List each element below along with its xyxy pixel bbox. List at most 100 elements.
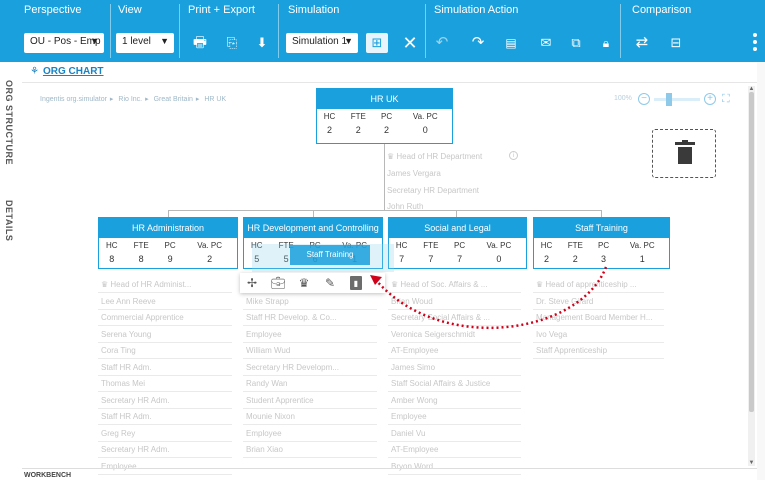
member-divider xyxy=(243,358,377,359)
briefcase-icon[interactable]: 💼︎ xyxy=(270,275,286,291)
org-unit-box[interactable]: Social and Legal HC FTE PC Va. PC 7 7 7 0 xyxy=(388,217,527,269)
member-item[interactable]: Thomas Mei xyxy=(101,379,145,388)
zoom-in-icon[interactable]: + xyxy=(704,93,716,105)
metric-value: 8 xyxy=(109,254,115,264)
connector-line xyxy=(456,210,457,217)
simulation-select[interactable]: Simulation 1 ▼ xyxy=(286,33,358,53)
mail-icon[interactable]: ✉ xyxy=(536,33,556,53)
position-head-hr-department[interactable]: ♛ Head of HR Department xyxy=(387,152,482,161)
print-icon[interactable]: 🖶 xyxy=(190,33,210,53)
metric-header: PC xyxy=(598,240,610,250)
metric-header: FTE xyxy=(133,240,149,250)
lock-icon[interactable]: 🔒︎ xyxy=(596,33,616,53)
member-item[interactable]: Mike Strapp xyxy=(246,297,289,306)
member-item[interactable]: Commercial Apprentice xyxy=(101,313,184,322)
member-item[interactable]: Lee Ann Reeve xyxy=(101,297,156,306)
member-item[interactable]: Serena Young xyxy=(101,330,151,339)
connector-line xyxy=(601,210,602,217)
toolbar-separator xyxy=(278,4,279,58)
perspective-label: Perspective xyxy=(24,4,82,16)
crown-icon: ♛ xyxy=(387,152,397,161)
org-chart-header[interactable]: ⚘ ORG CHART xyxy=(30,66,104,77)
metric-value: 8 xyxy=(138,254,144,264)
member-item[interactable]: AT-Employee xyxy=(391,346,438,355)
member-divider xyxy=(98,424,232,425)
member-item[interactable]: Staff Social Affairs & Justice xyxy=(391,379,490,388)
member-item[interactable]: Employee xyxy=(246,429,282,438)
info-icon[interactable]: i xyxy=(509,151,518,160)
member-item[interactable]: Employee xyxy=(101,462,137,471)
org-unit-metrics: HC FTE PC Va. PC 2 2 3 1 xyxy=(534,238,669,266)
member-item[interactable]: Secretary HR Adm. xyxy=(101,445,169,454)
fit-to-screen-icon[interactable]: ⛶ xyxy=(722,93,730,106)
drag-ghost[interactable]: Staff Training xyxy=(290,245,370,265)
trash-drop-zone[interactable] xyxy=(652,129,716,178)
metric-header: PC xyxy=(454,240,466,250)
tab-details[interactable]: DETAILS xyxy=(4,200,14,241)
org-unit-box[interactable]: HR Administration HC FTE PC Va. PC 8 8 9 2 xyxy=(98,217,238,269)
member-divider xyxy=(243,391,377,392)
scrollbar-thumb[interactable] xyxy=(749,92,754,412)
member-item[interactable]: Secretary HR Adm. xyxy=(101,396,169,405)
member-item[interactable]: Amber Wong xyxy=(391,396,438,405)
member-item[interactable]: Staff HR Develop. & Co... xyxy=(246,313,337,322)
metric-header: HC xyxy=(540,240,553,250)
position-label[interactable]: Secretary HR Department xyxy=(387,186,479,195)
delete-icon[interactable]: ▮ xyxy=(350,276,362,290)
member-item[interactable]: Employee xyxy=(246,330,282,339)
employee-name[interactable]: John Ruth xyxy=(387,202,423,211)
breadcrumb-item[interactable]: Rio Inc. xyxy=(118,96,142,103)
redo-icon[interactable]: ↷ xyxy=(468,33,488,53)
member-item[interactable]: Student Apprentice xyxy=(246,396,314,405)
crown-icon[interactable]: ♛ xyxy=(296,275,312,291)
metric-header: Va. PC xyxy=(486,240,512,250)
more-options-icon[interactable] xyxy=(753,33,757,51)
member-item[interactable]: Staff HR Adm. xyxy=(101,363,152,372)
breadcrumb-item[interactable]: HR UK xyxy=(204,96,226,103)
breadcrumb-item[interactable]: Ingentis org.simulator xyxy=(40,96,107,103)
member-divider xyxy=(243,308,377,310)
tab-org-structure[interactable]: ORG STRUCTURE xyxy=(4,80,14,165)
calculator-icon[interactable]: ▤ xyxy=(501,33,521,53)
zoom-out-icon[interactable]: − xyxy=(638,93,650,105)
edit-icon[interactable]: ✎ xyxy=(322,275,338,291)
breadcrumb-item[interactable]: Great Britain xyxy=(154,96,193,103)
member-item[interactable]: Randy Wan xyxy=(246,379,288,388)
org-unit-root[interactable]: HR UK HC FTE PC Va. PC 2 2 2 0 xyxy=(316,88,453,144)
member-item[interactable]: Bryon Word xyxy=(391,462,433,471)
new-simulation-icon[interactable]: ⊞ xyxy=(366,33,388,53)
member-item[interactable]: Greg Rey xyxy=(101,429,135,438)
member-item[interactable]: Staff Apprenticeship xyxy=(536,346,607,355)
copy-icon[interactable]: ⧉ xyxy=(566,33,586,53)
undo-icon[interactable]: ↶ xyxy=(432,33,452,53)
perspective-select[interactable]: OU - Pos - Emp ▼ xyxy=(24,33,104,53)
member-item[interactable]: Cora Ting xyxy=(101,346,136,355)
member-item[interactable]: AT-Employee xyxy=(391,445,438,454)
workbench-label[interactable]: WORKBENCH xyxy=(24,472,71,479)
position-head[interactable]: ♛ Head of HR Administ... xyxy=(101,280,191,289)
member-item[interactable]: William Wud xyxy=(246,346,290,355)
compare-chart-icon[interactable]: ⊟ xyxy=(666,33,686,53)
member-item[interactable]: Mounie Nixon xyxy=(246,412,295,421)
member-item[interactable]: Staff HR Adm. xyxy=(101,412,152,421)
org-chart-icon: ⚘ xyxy=(30,66,39,77)
swap-icon[interactable]: ⇄ xyxy=(632,33,652,53)
member-divider xyxy=(243,325,377,326)
employee-name[interactable]: James Vergara xyxy=(387,169,441,178)
export-image-icon[interactable]: ⬇ xyxy=(252,33,272,53)
move-icon[interactable]: ✢ xyxy=(244,275,260,291)
zoom-slider[interactable] xyxy=(654,93,700,106)
member-item[interactable]: Secretary HR Developm... xyxy=(246,363,339,372)
member-item[interactable]: Brian Xiao xyxy=(246,445,283,454)
vertical-scrollbar[interactable]: ▲ ▼ xyxy=(748,86,755,466)
scroll-down-icon[interactable]: ▼ xyxy=(748,460,755,466)
export-pdf-icon[interactable]: ⎘ xyxy=(222,33,242,53)
zoom-slider-thumb[interactable] xyxy=(666,93,672,106)
member-divider xyxy=(98,325,232,326)
close-simulation-icon[interactable]: ✕ xyxy=(400,33,420,53)
org-unit-box[interactable]: Staff Training HC FTE PC Va. PC 2 2 3 1 xyxy=(533,217,670,269)
member-item[interactable]: James Simo xyxy=(391,363,435,372)
member-item[interactable]: Daniel Vu xyxy=(391,429,425,438)
view-select[interactable]: 1 level ▼ xyxy=(116,33,174,53)
member-item[interactable]: Employee xyxy=(391,412,427,421)
